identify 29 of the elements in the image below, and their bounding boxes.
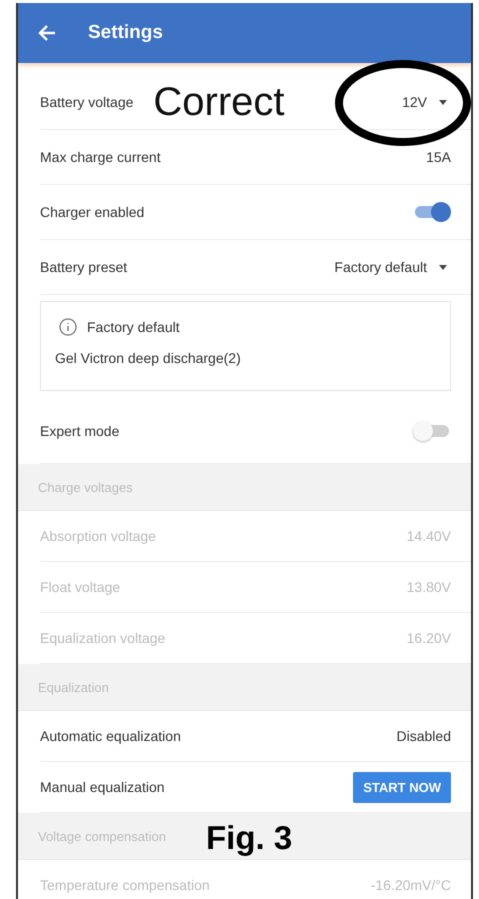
annotation-text: Correct [153, 82, 285, 122]
caret-icon [439, 100, 447, 104]
toggle-switch[interactable] [413, 202, 451, 222]
setting-label: Temperature compensation [40, 877, 210, 893]
setting-value: 14.40V [406, 528, 451, 544]
setting-label: Automatic equalization [40, 728, 181, 744]
setting-label: Battery preset [40, 259, 128, 275]
toggle-switch[interactable] [413, 421, 451, 441]
setting-label: Expert mode [40, 423, 120, 439]
setting-value: 16.20V [406, 630, 451, 646]
setting-label: Float voltage [40, 579, 120, 595]
screen-title: Settings [88, 22, 163, 44]
caret-icon [439, 264, 447, 270]
start-now-button[interactable]: START NOW [353, 772, 451, 802]
setting-label: Manual equalization [40, 779, 165, 795]
setting-value: 15A [426, 149, 451, 165]
setting-value: Disabled [396, 728, 451, 744]
info-title: Factory default [87, 319, 180, 335]
setting-label: Max charge current [40, 149, 161, 165]
info-text: Gel Victron deep discharge(2) [55, 350, 242, 366]
setting-value: 13.80V [406, 579, 451, 595]
setting-label: Battery voltage [40, 94, 134, 110]
back-icon[interactable] [38, 25, 56, 41]
setting-label: Charger enabled [40, 204, 144, 220]
setting-label: Equalization voltage [40, 630, 166, 646]
setting-value: -16.20mV/°C [370, 877, 451, 893]
figure-caption: Fig. 3 [206, 821, 292, 854]
setting-label: Absorption voltage [40, 528, 156, 544]
info-icon [59, 318, 77, 336]
